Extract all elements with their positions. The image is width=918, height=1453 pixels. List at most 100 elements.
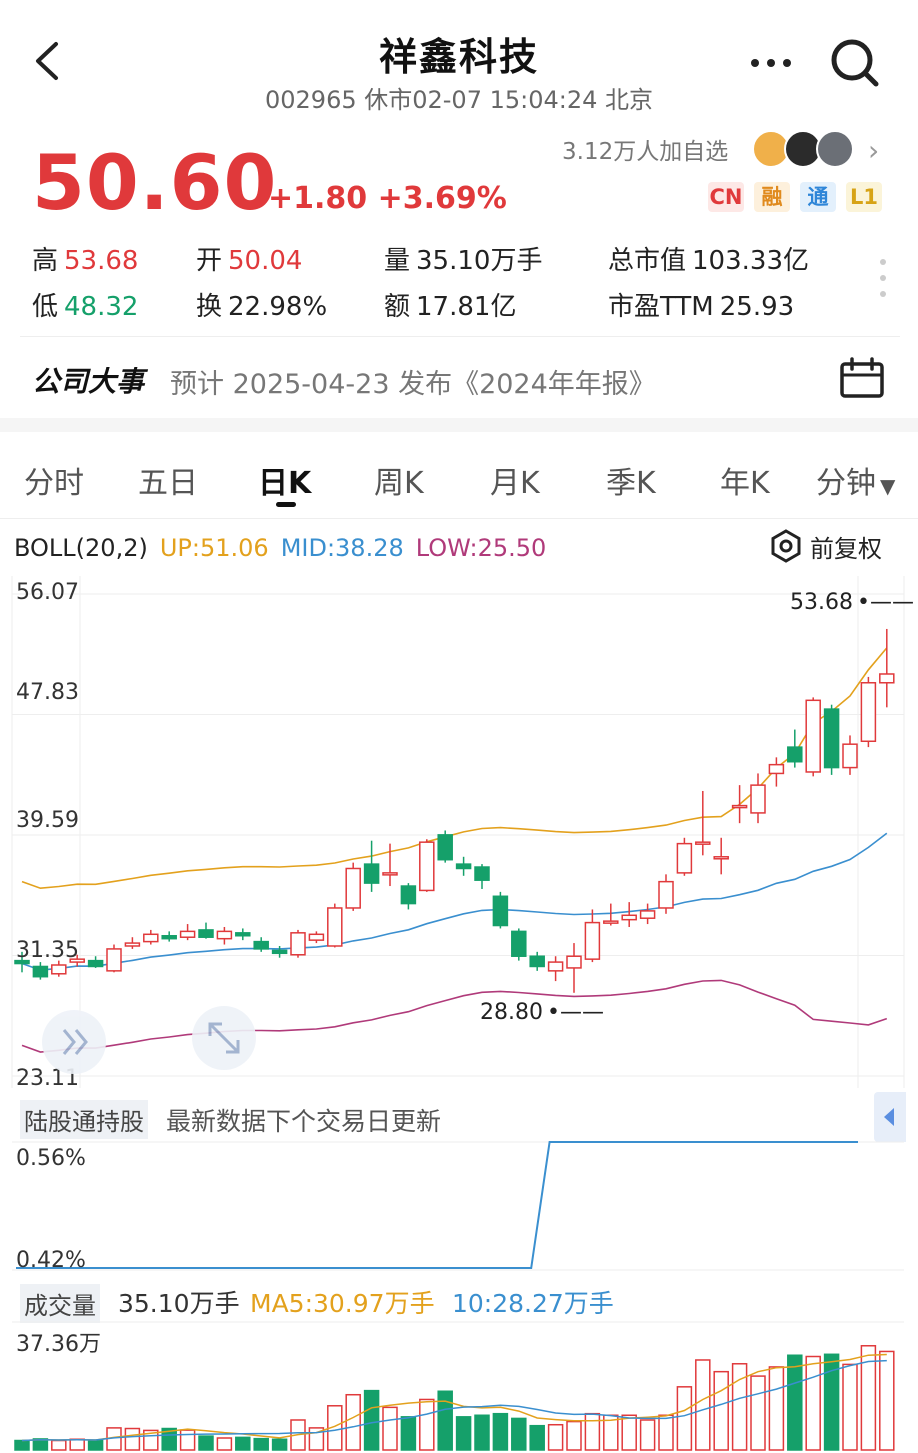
volume-bar	[235, 1436, 251, 1451]
high-annotation-value: 53.68	[790, 590, 853, 615]
volume-bar	[198, 1435, 214, 1451]
candle-body	[198, 929, 214, 938]
market-status-subtitle: 002965 休市02-07 15:04:24 北京	[264, 86, 654, 114]
candle-body	[676, 842, 693, 874]
tab-yearly-k[interactable]: 年K	[720, 458, 770, 502]
candle-body	[584, 921, 601, 960]
tab-daily-k[interactable]: 日K	[258, 458, 311, 502]
volume-bar	[713, 1370, 729, 1451]
tag-cn[interactable]: CN	[708, 182, 744, 212]
candle	[216, 926, 233, 945]
boll-name: BOLL(20,2)	[14, 534, 148, 562]
holdings-chart[interactable]	[0, 1140, 918, 1272]
volume-bar	[621, 1414, 637, 1451]
search-icon[interactable]	[828, 36, 882, 90]
candle-body	[603, 920, 619, 924]
tab-quarterly-k[interactable]: 季K	[606, 458, 656, 502]
stat-label: 高	[32, 246, 59, 276]
candle	[419, 839, 435, 892]
candle	[511, 928, 527, 961]
stat-value: 22.98%	[228, 292, 328, 322]
chevron-right-icon[interactable]: ›	[868, 134, 879, 167]
tab-intraday[interactable]: 分时	[24, 458, 84, 502]
holdings-label[interactable]: 陆股通持股	[20, 1100, 148, 1139]
volume-bar	[676, 1386, 693, 1451]
candle-body	[327, 907, 343, 947]
volume-bar	[768, 1366, 785, 1451]
stat-value: 53.68	[64, 246, 139, 276]
candle	[143, 929, 159, 945]
candle-body	[290, 932, 306, 956]
volume-bar	[216, 1437, 233, 1451]
candle-body	[216, 930, 233, 940]
candle	[124, 937, 141, 949]
volume-bar	[69, 1438, 85, 1451]
candle	[805, 697, 821, 777]
stat-label: 额	[384, 292, 411, 322]
candle	[253, 937, 269, 952]
candle-body	[382, 872, 398, 876]
candle	[455, 856, 472, 876]
kline-chart[interactable]	[0, 576, 918, 1092]
price-adjust-button[interactable]: 前复权	[768, 528, 882, 564]
candle	[603, 903, 619, 926]
boll-legend[interactable]: BOLL(20,2) UP:51.06 MID:38.28 LOW:25.50	[14, 534, 558, 562]
volume-bar	[805, 1355, 821, 1451]
candle	[639, 903, 656, 925]
tab-weekly-k[interactable]: 周K	[374, 458, 424, 502]
candle	[51, 960, 67, 977]
volume-bar	[14, 1439, 30, 1451]
watchlist-count[interactable]: 3.12万人加自选	[562, 132, 728, 166]
company-event-text[interactable]: 预计 2025-04-23 发布《2024年年报》	[170, 362, 656, 401]
volume-bar	[492, 1412, 509, 1451]
volume-bar	[345, 1393, 361, 1451]
candle	[161, 931, 177, 942]
fullscreen-button[interactable]	[192, 1006, 256, 1070]
expand-stats-icon[interactable]	[878, 258, 888, 298]
stat-value: 48.32	[64, 292, 139, 322]
tab-monthly-k[interactable]: 月K	[490, 458, 540, 502]
candle	[621, 902, 637, 927]
candle	[198, 922, 214, 939]
company-events-title[interactable]: 公司大事	[32, 360, 144, 400]
calendar-icon[interactable]	[838, 356, 886, 400]
candle	[235, 928, 251, 941]
candle-body	[842, 743, 858, 769]
volume-bar	[511, 1417, 527, 1451]
collapse-panel-button[interactable]	[874, 1092, 906, 1142]
candle-body	[750, 784, 766, 814]
stat-low: 低 48.32	[32, 286, 138, 323]
volume-axis-label: 37.36万	[16, 1332, 101, 1357]
candle-body	[860, 682, 877, 743]
expand-sidebar-button[interactable]	[42, 1010, 106, 1074]
candle	[713, 837, 729, 875]
candle-body	[768, 763, 785, 775]
candle-body	[437, 834, 453, 861]
candle	[695, 790, 711, 856]
price-change: +1.80 +3.69%	[268, 181, 507, 216]
candle	[290, 929, 306, 958]
volume-bar	[879, 1350, 895, 1451]
more-options-icon[interactable]	[748, 48, 794, 78]
candle-body	[474, 866, 490, 881]
tab-five-day[interactable]: 五日	[138, 458, 198, 502]
volume-bar	[529, 1424, 545, 1451]
candle	[437, 830, 453, 863]
tab-minute[interactable]: 分钟 ▼	[816, 458, 895, 502]
price-adjust-label: 前复权	[810, 534, 882, 563]
candle-body	[124, 942, 141, 947]
tag-margin[interactable]: 融	[754, 182, 790, 212]
volume-bar	[455, 1416, 472, 1451]
tag-connect[interactable]: 通	[800, 182, 836, 212]
volume-ma5: MA5:30.97万手	[250, 1289, 435, 1318]
volume-chart[interactable]	[0, 1320, 918, 1453]
volume-label[interactable]: 成交量	[20, 1284, 100, 1323]
last-price: 50.60	[32, 138, 278, 227]
candle	[842, 735, 858, 775]
volume-bar	[474, 1414, 490, 1451]
candle-body	[695, 841, 711, 845]
tag-level1[interactable]: L1	[846, 182, 882, 212]
divider	[20, 336, 900, 337]
stat-value: 35.10万手	[416, 246, 543, 276]
volume-bar	[658, 1414, 674, 1451]
